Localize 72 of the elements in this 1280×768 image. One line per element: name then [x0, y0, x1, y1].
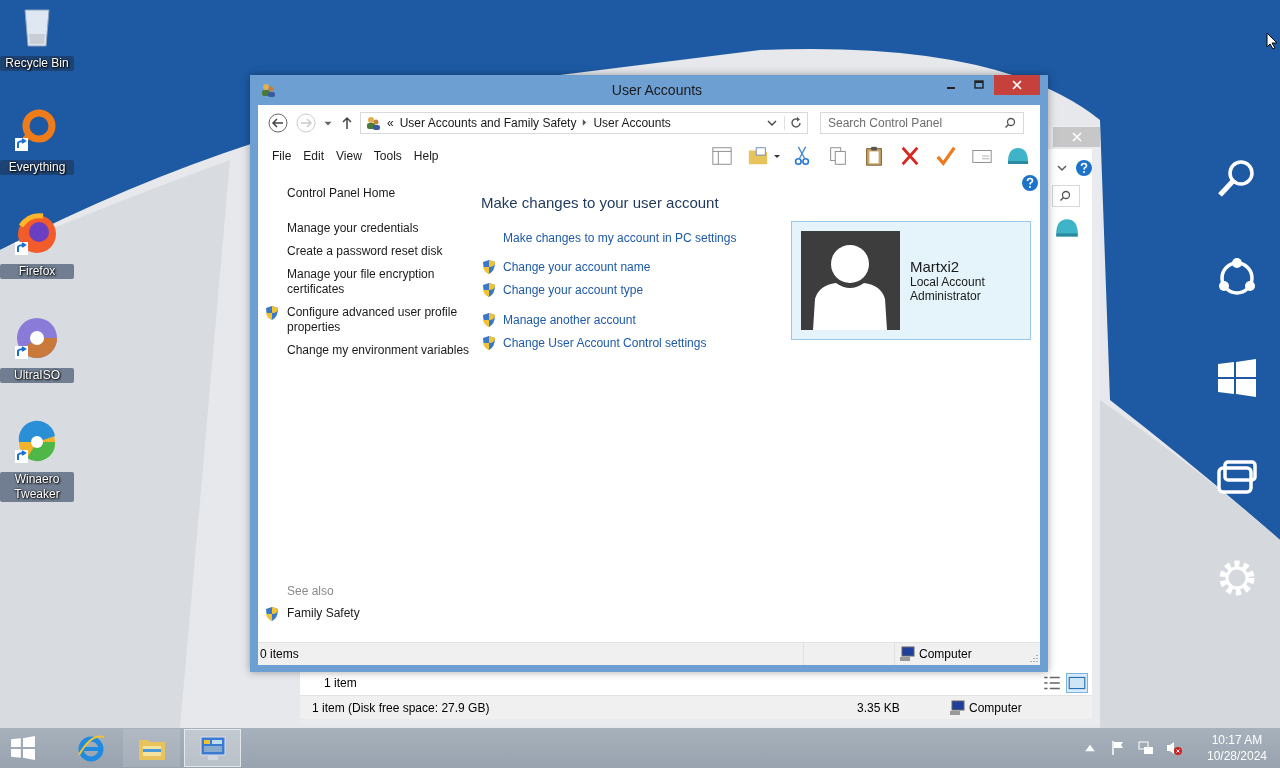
search-field[interactable] — [1052, 185, 1080, 207]
close-button[interactable] — [994, 75, 1040, 95]
browser-app-icon[interactable] — [15, 212, 59, 256]
search-field[interactable]: Search Control Panel — [820, 111, 1024, 134]
menu-item[interactable]: File — [268, 149, 296, 163]
sidebar-link[interactable]: Configure advanced user profile properties — [287, 305, 481, 335]
search-icon — [1004, 116, 1016, 129]
task-link[interactable]: Change User Account Control settings — [503, 336, 707, 350]
users-icon — [365, 114, 381, 131]
file-size: 3.35 KB — [856, 700, 901, 715]
account-type: Local Account — [910, 275, 985, 289]
location-label: Computer — [919, 647, 972, 661]
account-role: Administrator — [910, 289, 982, 303]
sidebar-link[interactable]: Control Panel Home — [287, 186, 481, 201]
help-icon[interactable] — [1022, 175, 1038, 191]
sidebar-link[interactable]: Create a password reset disk — [287, 244, 443, 259]
sidebar-link[interactable]: Change my environment variables — [287, 343, 470, 358]
help-icon[interactable] — [1076, 160, 1092, 176]
sidebar-link[interactable]: Family Safety — [287, 606, 360, 621]
checkmark-icon[interactable] — [934, 145, 958, 167]
sidebar-link[interactable]: Manage your credentials — [287, 221, 419, 236]
menu-item[interactable]: Tools — [369, 149, 406, 163]
cursor-icon — [1266, 32, 1278, 50]
desktop-icon-label: Recycle Bin — [0, 56, 74, 71]
breadcrumb-overflow[interactable]: « — [387, 115, 394, 130]
disc-icon[interactable] — [15, 316, 59, 360]
computer-icon — [949, 699, 965, 716]
search-icon — [1059, 190, 1071, 202]
shell-icon[interactable] — [1054, 217, 1080, 239]
section-heading: See also — [287, 584, 335, 598]
minimize-icon — [946, 87, 956, 89]
shell-icon[interactable] — [1006, 145, 1030, 167]
close-icon — [1012, 80, 1022, 90]
details-view-icon[interactable] — [1042, 674, 1062, 692]
task-link[interactable]: Manage another account — [503, 313, 636, 327]
up-arrow-icon[interactable] — [340, 115, 354, 130]
maximize-icon — [974, 80, 984, 90]
task-link[interactable]: Change your account type — [503, 283, 644, 297]
computer-icon — [899, 646, 915, 662]
speaker-icon[interactable] — [1166, 740, 1182, 756]
window-title: User Accounts — [610, 82, 704, 98]
address-bar[interactable]: « User Accounts and Family Safety User Accounts — [360, 111, 808, 134]
windows-logo-icon[interactable] — [1215, 356, 1259, 400]
breadcrumb-item[interactable]: User Accounts and Family Safety — [399, 115, 577, 130]
location-label: Computer — [969, 700, 1022, 715]
desktop-icon-label: Everything — [0, 160, 74, 175]
browser-icon — [75, 733, 106, 763]
task-link[interactable]: Change your account name — [503, 260, 651, 274]
desktop-icon-label: Winaero Tweaker — [0, 472, 74, 502]
control-panel-icon — [197, 733, 228, 763]
desktop-icon-label: UltraISO — [0, 368, 74, 383]
task-link[interactable]: Make changes to my account in PC settings — [503, 231, 737, 245]
breadcrumb-item[interactable]: User Accounts — [593, 115, 671, 130]
menu-item[interactable]: Help — [409, 149, 443, 163]
item-count: 1 item — [324, 676, 357, 690]
control-panel-taskbar-button[interactable] — [184, 729, 241, 767]
close-icon — [1071, 132, 1082, 142]
thumbnail-view-icon[interactable] — [1066, 673, 1088, 693]
page-heading: Make changes to your user account — [481, 194, 720, 211]
chevron-right-icon[interactable] — [582, 119, 588, 126]
status-text: 1 item (Disk free space: 27.9 GB) — [311, 700, 491, 715]
account-name: Martxi2 — [910, 258, 961, 275]
status-text: 0 items — [258, 643, 804, 665]
pane-icon[interactable] — [710, 145, 734, 167]
sidebar-link[interactable]: Manage your file encryption certificates — [287, 267, 481, 297]
refresh-icon[interactable] — [784, 115, 803, 130]
back-button[interactable] — [266, 110, 290, 135]
menu-item[interactable]: View — [332, 149, 366, 163]
users-icon — [260, 82, 276, 98]
menu-item[interactable]: Edit — [299, 149, 329, 163]
resize-grip-icon[interactable] — [1028, 653, 1038, 663]
desktop-icon-label: Firefox — [0, 264, 74, 279]
